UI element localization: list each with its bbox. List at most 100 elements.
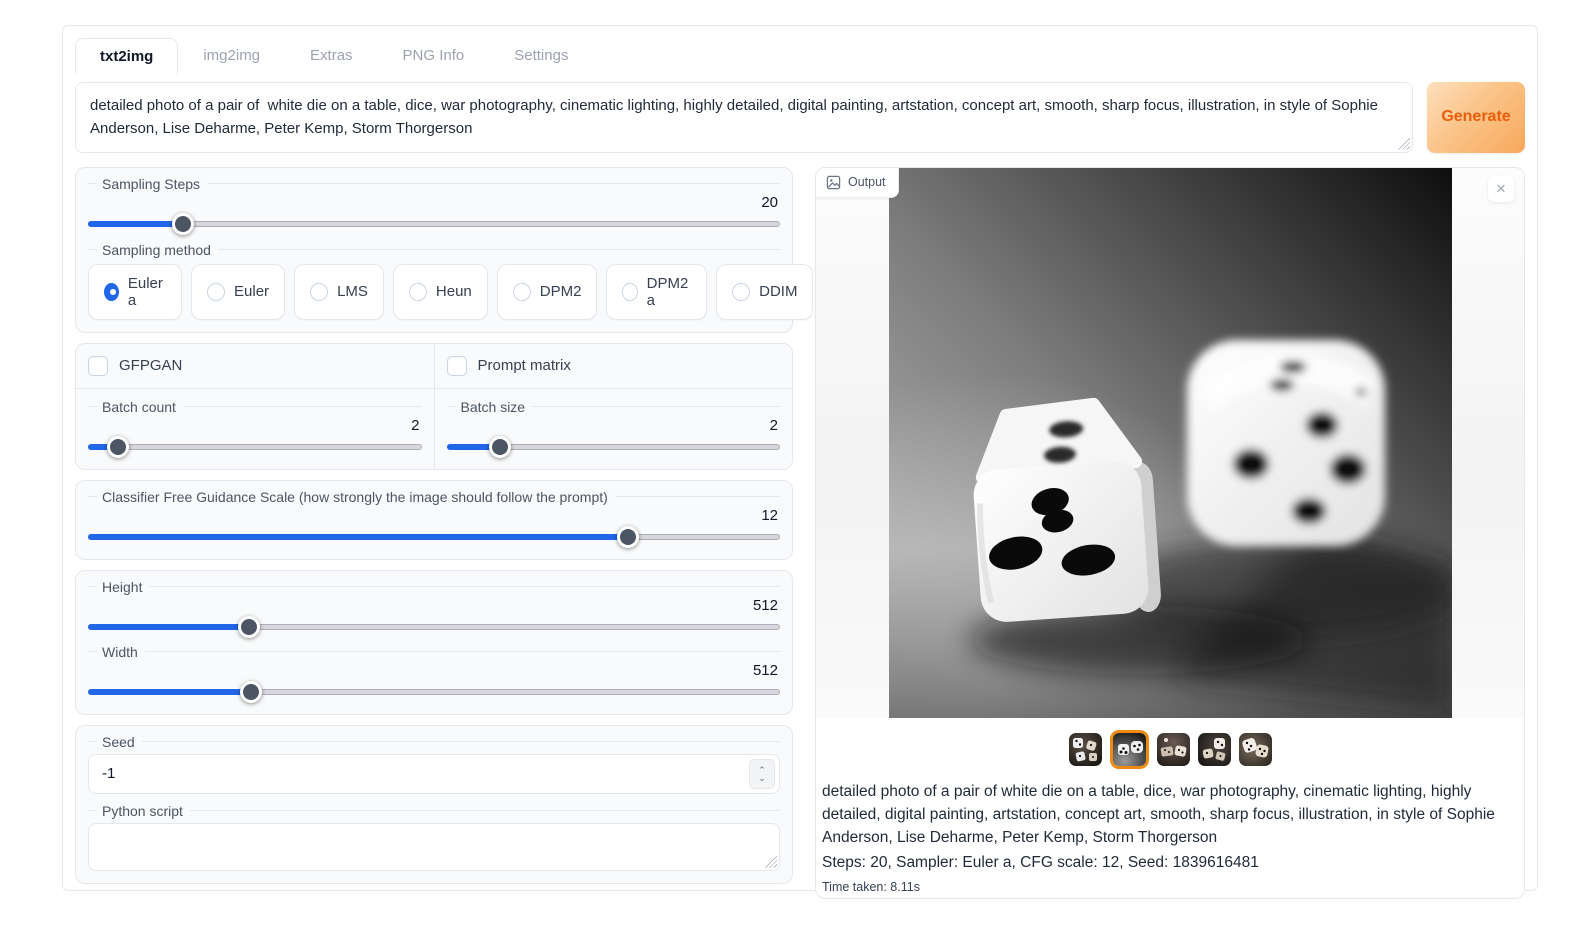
tab-settings[interactable]: Settings xyxy=(489,37,593,74)
radio-dot-icon xyxy=(732,283,750,301)
sampling-steps-slider[interactable] xyxy=(88,214,780,234)
radio-dpm2[interactable]: DPM2 xyxy=(497,264,598,320)
seed-spinner[interactable]: ⌃ ⌄ xyxy=(749,759,775,789)
batch-options-box: GFPGAN Prompt matrix Batch count 2 xyxy=(75,343,793,470)
sampling-box: Sampling Steps 20 Sampling method Euler … xyxy=(75,167,793,333)
prompt-input[interactable]: detailed photo of a pair of white die on… xyxy=(75,82,1413,153)
radio-dot-icon xyxy=(310,283,328,301)
radio-label: LMS xyxy=(337,283,368,300)
tab-txt2img[interactable]: txt2img xyxy=(75,38,178,75)
width-value: 512 xyxy=(88,662,778,679)
tab-extras[interactable]: Extras xyxy=(285,37,378,74)
radio-label: Euler a xyxy=(128,275,166,309)
textarea-resize-handle[interactable] xyxy=(765,856,777,868)
gallery-thumbnail[interactable] xyxy=(1239,733,1272,766)
radio-ddim[interactable]: DDIM xyxy=(716,264,813,320)
slider-fill xyxy=(88,689,251,695)
radio-dot-icon xyxy=(104,283,119,301)
seed-input[interactable] xyxy=(88,754,780,794)
caption-time: Time taken: 8.11s xyxy=(822,878,1512,897)
batch-count-label: Batch count xyxy=(88,399,422,415)
gallery-thumbnail[interactable] xyxy=(1110,730,1149,769)
radio-lms[interactable]: LMS xyxy=(294,264,384,320)
gfpgan-checkbox[interactable] xyxy=(88,356,108,376)
height-value: 512 xyxy=(88,597,778,614)
height-slider[interactable] xyxy=(88,617,780,637)
cfg-scale-label: Classifier Free Guidance Scale (how stro… xyxy=(88,489,780,505)
seed-script-box: Seed ⌃ ⌄ Python script xyxy=(75,725,793,884)
slider-fill xyxy=(88,534,628,540)
app-card: txt2img img2img Extras PNG Info Settings… xyxy=(62,25,1538,891)
slider-fill xyxy=(88,221,183,227)
generated-image-dice[interactable] xyxy=(889,168,1452,718)
radio-euler[interactable]: Euler xyxy=(191,264,285,320)
batch-size-slider[interactable] xyxy=(447,437,781,457)
python-script-input[interactable] xyxy=(88,823,780,871)
output-image-stage xyxy=(816,168,1524,718)
seed-label: Seed xyxy=(88,734,780,750)
slider-fill xyxy=(88,624,249,630)
batch-size-label: Batch size xyxy=(447,399,781,415)
output-caption: detailed photo of a pair of white die on… xyxy=(816,770,1524,897)
sampling-steps-value: 20 xyxy=(88,194,778,211)
batch-count-slider[interactable] xyxy=(88,437,422,457)
caption-prompt: detailed photo of a pair of white die on… xyxy=(822,780,1512,850)
tab-bar: txt2img img2img Extras PNG Info Settings xyxy=(75,36,1525,74)
slider-knob[interactable] xyxy=(172,213,194,235)
output-label-chip: Output xyxy=(816,168,899,198)
radio-dot-icon xyxy=(513,283,531,301)
prompt-row: detailed photo of a pair of white die on… xyxy=(75,82,1525,153)
radio-dot-icon xyxy=(622,283,637,301)
image-icon xyxy=(826,175,841,190)
slider-knob[interactable] xyxy=(617,526,639,548)
radio-label: DPM2 xyxy=(540,283,582,300)
cfg-scale-value: 12 xyxy=(88,507,778,524)
gfpgan-label: GFPGAN xyxy=(119,357,182,374)
gfpgan-checkbox-row[interactable]: GFPGAN xyxy=(88,356,422,376)
cfg-scale-slider[interactable] xyxy=(88,527,780,547)
prompt-matrix-checkbox-row[interactable]: Prompt matrix xyxy=(447,356,781,376)
radio-dot-icon xyxy=(409,283,427,301)
tab-png-info[interactable]: PNG Info xyxy=(378,37,490,74)
radio-label: DPM2 a xyxy=(647,275,692,309)
sampling-steps-label: Sampling Steps xyxy=(88,176,780,192)
batch-count-value: 2 xyxy=(88,417,420,434)
sampling-method-radios: Euler a Euler LMS Heun DPM2 DPM2 a DDIM … xyxy=(88,264,780,320)
slider-knob[interactable] xyxy=(489,436,511,458)
slider-knob[interactable] xyxy=(240,681,262,703)
textarea-resize-handle[interactable] xyxy=(1398,138,1410,150)
output-gallery xyxy=(816,730,1524,770)
gallery-thumbnail[interactable] xyxy=(1069,733,1102,766)
caption-params: Steps: 20, Sampler: Euler a, CFG scale: … xyxy=(822,851,1512,874)
prompt-matrix-checkbox[interactable] xyxy=(447,356,467,376)
radio-label: DDIM xyxy=(759,283,797,300)
output-panel: Output × xyxy=(815,167,1525,899)
batch-size-value: 2 xyxy=(447,417,779,434)
gallery-thumbnail[interactable] xyxy=(1157,733,1190,766)
python-script-label: Python script xyxy=(88,803,780,819)
close-icon[interactable]: × xyxy=(1488,176,1514,202)
radio-euler-a[interactable]: Euler a xyxy=(88,264,182,320)
radio-dpm2-a[interactable]: DPM2 a xyxy=(606,264,707,320)
slider-track[interactable] xyxy=(88,444,422,450)
width-slider[interactable] xyxy=(88,682,780,702)
sampling-method-label: Sampling method xyxy=(88,242,780,258)
cfg-scale-box: Classifier Free Guidance Scale (how stro… xyxy=(75,480,793,560)
slider-knob[interactable] xyxy=(238,616,260,638)
radio-label: Heun xyxy=(436,283,472,300)
gallery-thumbnail[interactable] xyxy=(1198,733,1231,766)
prompt-matrix-label: Prompt matrix xyxy=(478,357,571,374)
slider-knob[interactable] xyxy=(107,436,129,458)
height-label: Height xyxy=(88,579,780,595)
radio-label: Euler xyxy=(234,283,269,300)
generate-button[interactable]: Generate xyxy=(1427,82,1525,153)
radio-dot-icon xyxy=(207,283,225,301)
spinner-down-icon[interactable]: ⌄ xyxy=(758,774,766,782)
output-column: Output × xyxy=(815,167,1525,899)
dimensions-box: Height 512 Width 512 xyxy=(75,570,793,715)
output-label: Output xyxy=(848,175,886,189)
tab-img2img[interactable]: img2img xyxy=(178,37,285,74)
settings-column: Sampling Steps 20 Sampling method Euler … xyxy=(75,167,793,899)
width-label: Width xyxy=(88,644,780,660)
radio-heun[interactable]: Heun xyxy=(393,264,488,320)
